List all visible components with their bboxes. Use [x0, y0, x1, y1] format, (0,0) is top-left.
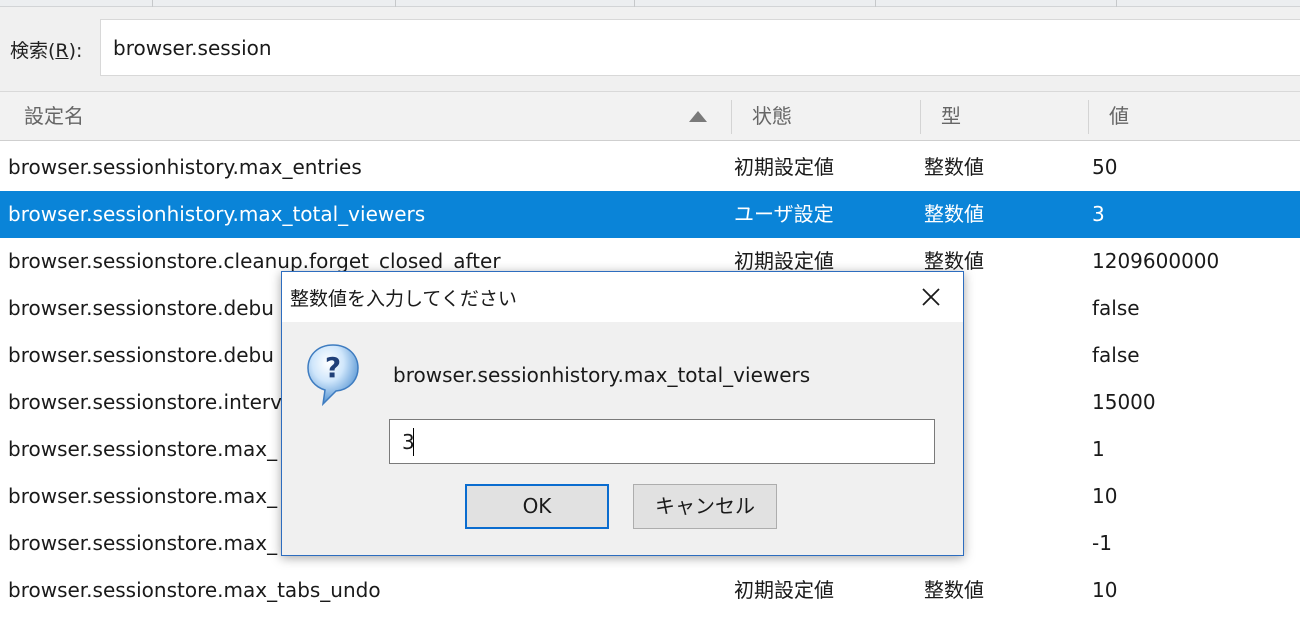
pref-name: browser.sessionstore.max_ — [8, 484, 278, 508]
search-bar: 検索(R): — [0, 7, 1300, 91]
pref-value: 1209600000 — [1092, 249, 1220, 273]
pref-value: 1 — [1092, 437, 1105, 461]
pref-value: -1 — [1092, 531, 1112, 555]
dialog-titlebar[interactable]: 整数値を入力してください — [282, 272, 963, 322]
pref-name: browser.sessionhistory.max_entries — [8, 155, 362, 179]
pref-name: browser.sessionstore.debu — [8, 296, 274, 320]
pref-type: 整数値 — [924, 155, 984, 179]
pref-name: browser.sessionstore.max_ — [8, 531, 278, 555]
column-header-status[interactable]: 状態 — [752, 92, 792, 140]
pref-status: 初期設定値 — [734, 155, 834, 179]
column-divider[interactable] — [731, 100, 732, 134]
pref-status: 初期設定値 — [734, 578, 834, 602]
table-header: 設定名 状態 型 値 — [0, 91, 1300, 141]
question-icon: ? — [307, 344, 359, 407]
search-label-suffix: ): — [68, 40, 83, 62]
svg-text:?: ? — [325, 351, 341, 384]
divider — [152, 0, 153, 7]
pref-value: 10 — [1092, 578, 1118, 602]
pref-name: browser.sessionstore.debu — [8, 343, 274, 367]
text-caret — [413, 428, 414, 456]
pref-status: ユーザ設定 — [734, 202, 834, 226]
column-header-name[interactable]: 設定名 — [24, 92, 84, 140]
pref-value: 50 — [1092, 155, 1118, 179]
close-icon[interactable] — [918, 284, 944, 310]
table-row[interactable]: browser.sessionstore.max_tabs_undo 初期設定値… — [0, 567, 1300, 614]
pref-value: 3 — [1092, 202, 1105, 226]
integer-input-dialog: 整数値を入力してください ? browser.sessionhistory.ma… — [281, 271, 964, 556]
table-row[interactable]: browser.sessionhistory.max_total_viewers… — [0, 191, 1300, 238]
pref-value: 10 — [1092, 484, 1118, 508]
dialog-title: 整数値を入力してください — [290, 288, 517, 310]
column-divider[interactable] — [1088, 100, 1089, 134]
pref-value: 15000 — [1092, 390, 1156, 414]
pref-name: browser.sessionstore.interv — [8, 390, 282, 414]
divider — [395, 0, 396, 7]
column-header-value[interactable]: 値 — [1109, 92, 1129, 140]
dialog-message: browser.sessionhistory.max_total_viewers — [393, 363, 811, 387]
sort-ascending-icon[interactable] — [689, 111, 707, 122]
search-label: 検索(R): — [10, 36, 82, 63]
pref-type: 整数値 — [924, 202, 984, 226]
cancel-button[interactable]: キャンセル — [633, 484, 777, 529]
search-label-accelerator: R — [55, 40, 69, 62]
pref-type: 整数値 — [924, 578, 984, 602]
search-input[interactable] — [100, 19, 1300, 76]
pref-value: false — [1092, 296, 1140, 320]
column-header-type[interactable]: 型 — [941, 92, 961, 140]
pref-name: browser.sessionhistory.max_total_viewers — [8, 202, 426, 226]
search-label-text: 検索( — [10, 40, 56, 62]
divider — [634, 0, 635, 7]
column-divider[interactable] — [920, 100, 921, 134]
integer-value-input[interactable] — [389, 419, 935, 464]
pref-value: false — [1092, 343, 1140, 367]
pref-name: browser.sessionstore.max_tabs_undo — [8, 578, 381, 602]
table-row[interactable]: browser.sessionhistory.max_entries 初期設定値… — [0, 144, 1300, 191]
pref-name: browser.sessionstore.max_ — [8, 437, 278, 461]
ok-button[interactable]: OK — [465, 484, 609, 529]
toolbar-edge — [0, 0, 1300, 7]
about-config-window: 検索(R): 設定名 状態 型 値 browser.sessionhistory… — [0, 0, 1300, 621]
divider — [1116, 0, 1117, 7]
divider — [875, 0, 876, 7]
